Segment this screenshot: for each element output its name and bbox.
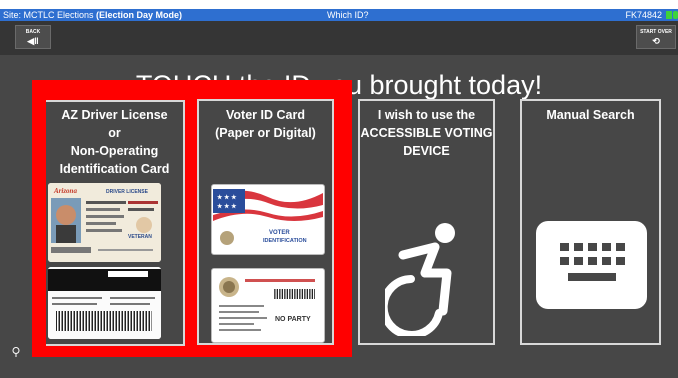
voter-text: VOTER [269,230,290,236]
option-label: AZ Driver License or Non-Operating Ident… [46,106,183,178]
option-line: DEVICE [403,144,450,158]
az-tag-text: VETERAN [128,234,152,240]
battery-icon [666,11,672,19]
start-over-label: START OVER [640,29,672,35]
az-type-text: DRIVER LICENSE [106,189,149,195]
station-id: FK74842 [625,10,662,20]
site-name: Site: MCTLC Elections [3,10,97,20]
nav-bar: BACK ◀‖ START OVER ⟲ [0,21,678,55]
option-label: Voter ID Card (Paper or Digital) [199,106,332,142]
option-line: AZ Driver License [61,108,168,122]
status-bar: Site: MCTLC Elections (Election Day Mode… [0,9,678,21]
keyboard-icon [536,221,647,309]
az-license-back-image [48,267,161,339]
back-label: BACK [25,29,41,35]
connection-icon [673,11,678,19]
identification-text: IDENTIFICATION [263,238,307,244]
option-line: I wish to use the [377,108,476,122]
svg-text:★ ★ ★: ★ ★ ★ [217,203,237,210]
accessible-wheelchair-icon [385,223,455,336]
voter-id-card-image: ★ ★ ★ ★ ★ ★ VOTER IDENTIFICATION [211,184,325,255]
screen-title: Which ID? [327,10,369,20]
az-license-front-image: Arizona DRIVER LICENSE VETERAN [48,183,161,262]
election-mode: (Election Day Mode) [96,10,183,20]
svg-text:★ ★ ★: ★ ★ ★ [217,194,237,201]
az-state-text: Arizona [53,187,77,195]
accessible-voting-device-option[interactable]: I wish to use the ACCESSIBLE VOTING DEVI… [358,99,495,345]
option-label: Manual Search [522,106,659,124]
back-button[interactable]: BACK ◀‖ [15,25,51,49]
voter-registration-card-image: NO PARTY [211,268,325,343]
restart-icon: ⟲ [652,36,660,46]
option-line: Voter ID Card [226,108,305,122]
back-arrow-icon: ◀‖ [27,36,39,46]
option-line: Non-Operating [70,144,159,158]
option-line: Manual Search [546,108,635,122]
option-line: ACCESSIBLE VOTING [360,126,493,140]
option-line: or [108,126,121,140]
voter-id-card-option[interactable]: Voter ID Card (Paper or Digital) ★ ★ ★ ★… [197,99,334,345]
az-driver-license-option[interactable]: AZ Driver License or Non-Operating Ident… [46,100,185,346]
site-label: Site: MCTLC Elections (Election Day Mode… [3,9,182,21]
option-line: (Paper or Digital) [215,126,316,140]
option-label: I wish to use the ACCESSIBLE VOTING DEVI… [360,106,493,160]
option-line: Identification Card [59,162,170,176]
start-over-button[interactable]: START OVER ⟲ [636,25,676,49]
location-pin-icon [12,347,20,357]
party-text: NO PARTY [275,316,311,323]
manual-search-option[interactable]: Manual Search [520,99,661,345]
